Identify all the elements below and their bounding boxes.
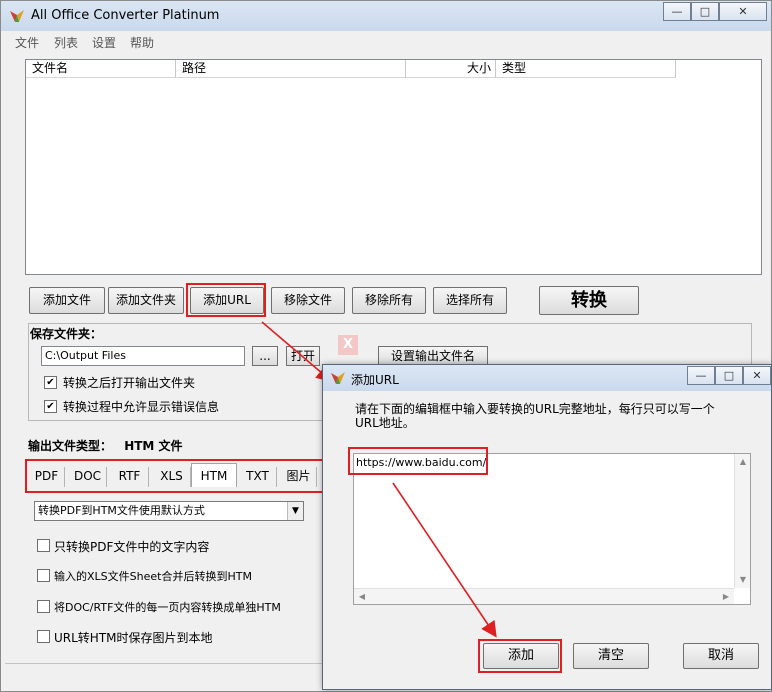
add-url-dialog: 添加URL — □ ✕ 请在下面的编辑框中输入要转换的URL完整地址，每行只可以… — [322, 364, 772, 690]
dialog-annotation-arrow — [392, 482, 497, 638]
arrow-to-add-button — [392, 482, 497, 638]
arrow-to-dialog — [261, 321, 333, 383]
